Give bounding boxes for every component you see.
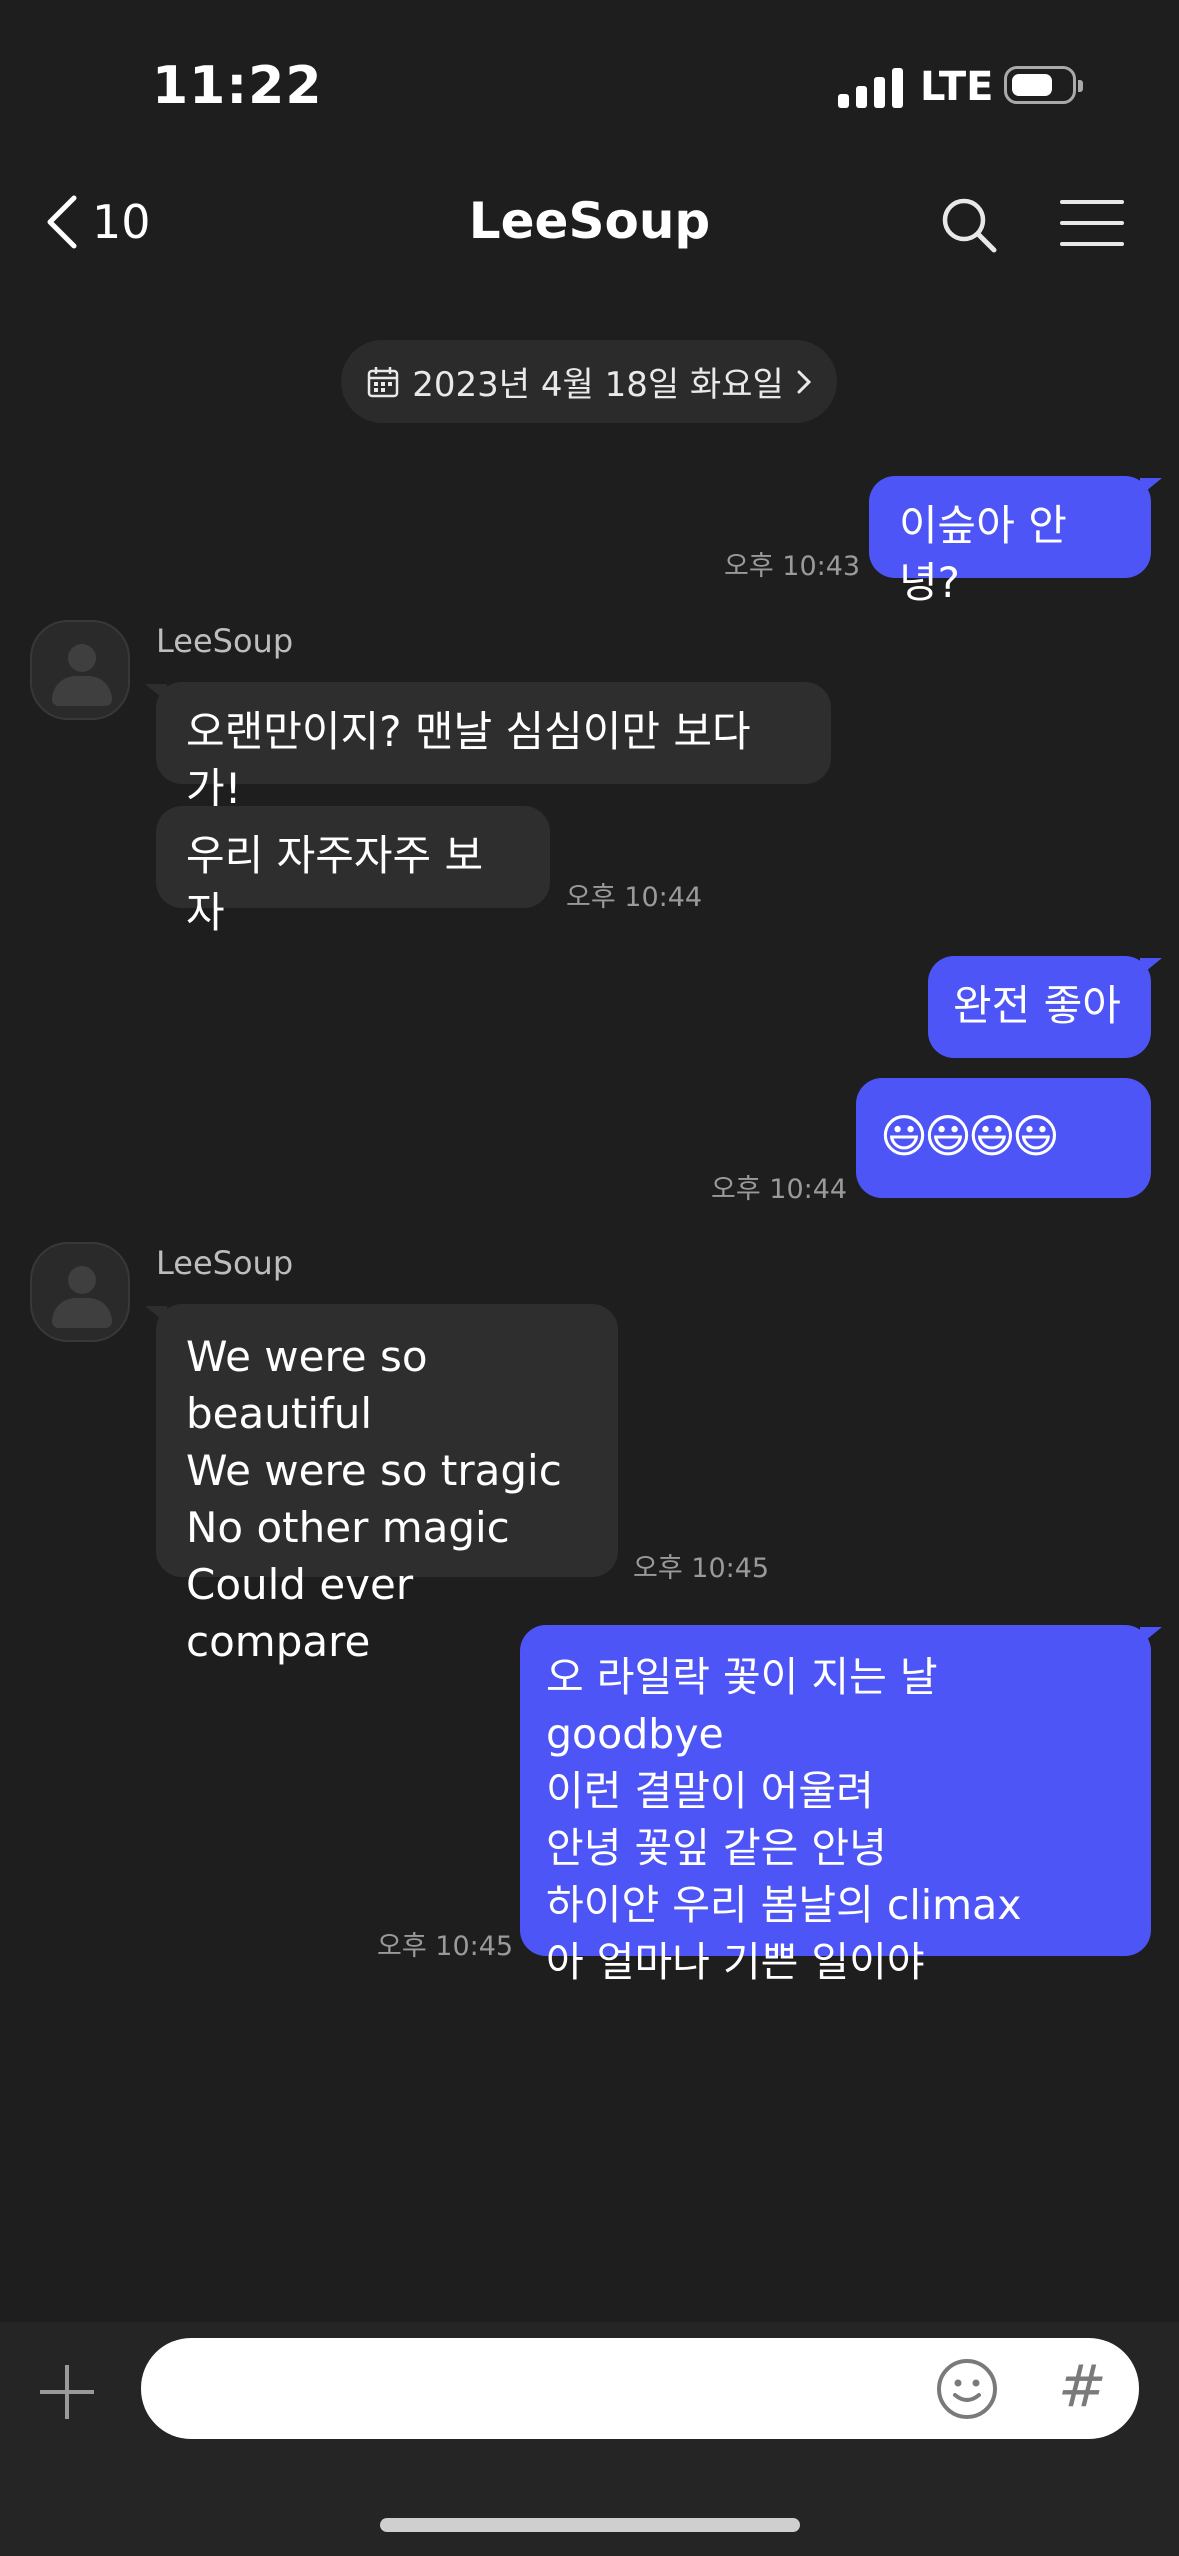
menu-icon: [1060, 200, 1124, 246]
chevron-left-icon: [47, 195, 77, 249]
battery-icon: [1004, 66, 1083, 104]
bubble-tail: [145, 684, 167, 702]
menu-button[interactable]: [1060, 200, 1124, 250]
calendar-icon: [367, 366, 399, 397]
network-label: LTE: [920, 64, 994, 110]
plus-icon[interactable]: [40, 2360, 104, 2424]
search-button[interactable]: [940, 196, 1000, 256]
message-bubble-received[interactable]: 우리 자주자주 보자: [156, 806, 550, 937]
back-button[interactable]: 10: [44, 194, 151, 250]
bubble-tail: [145, 1306, 167, 1324]
unread-chat-count: 10: [92, 195, 151, 249]
hashtag-icon[interactable]: #: [1058, 2352, 1107, 2420]
message-timestamp: 오후 10:45: [377, 1931, 514, 1962]
signal-icon: [838, 66, 903, 108]
message-timestamp: 오후 10:44: [566, 882, 703, 913]
chat-title: LeeSoup: [468, 192, 711, 250]
message-timestamp: 오후 10:45: [633, 1553, 770, 1584]
sender-name: LeeSoup: [156, 622, 294, 660]
date-divider[interactable]: 2023년 4월 18일 화요일: [341, 340, 837, 423]
message-bubble-sent[interactable]: 오 라일락 꽃이 지는 날 goodbye 이런 결말이 어울려 안녕 꽃잎 같…: [520, 1625, 1151, 1986]
message-bubble-sent[interactable]: 완전 좋아: [928, 956, 1151, 1058]
message-timestamp: 오후 10:43: [724, 551, 861, 582]
chevron-right-icon: [797, 370, 811, 393]
bubble-tail: [1140, 958, 1162, 976]
message-timestamp: 오후 10:44: [711, 1174, 848, 1205]
avatar[interactable]: [30, 1242, 130, 1342]
avatar[interactable]: [30, 620, 130, 720]
status-time: 11:22: [152, 56, 323, 116]
bubble-tail: [1140, 1627, 1162, 1645]
bubble-tail: [1140, 478, 1162, 496]
message-bubble-sent[interactable]: 이슾아 안녕?: [869, 476, 1151, 607]
emoji-icon[interactable]: [935, 2357, 999, 2421]
message-bubble-received[interactable]: 오랜만이지? 맨날 심심이만 보다가!: [156, 682, 831, 813]
message-bubble-sent[interactable]: 😃😃😃😃: [856, 1078, 1151, 1198]
message-bubble-received[interactable]: We were so beautiful We were so tragic N…: [156, 1304, 618, 1666]
date-label: 2023년 4월 18일 화요일: [412, 365, 784, 405]
search-icon: [942, 198, 997, 253]
home-indicator[interactable]: [380, 2518, 800, 2532]
sender-name: LeeSoup: [156, 1244, 294, 1282]
